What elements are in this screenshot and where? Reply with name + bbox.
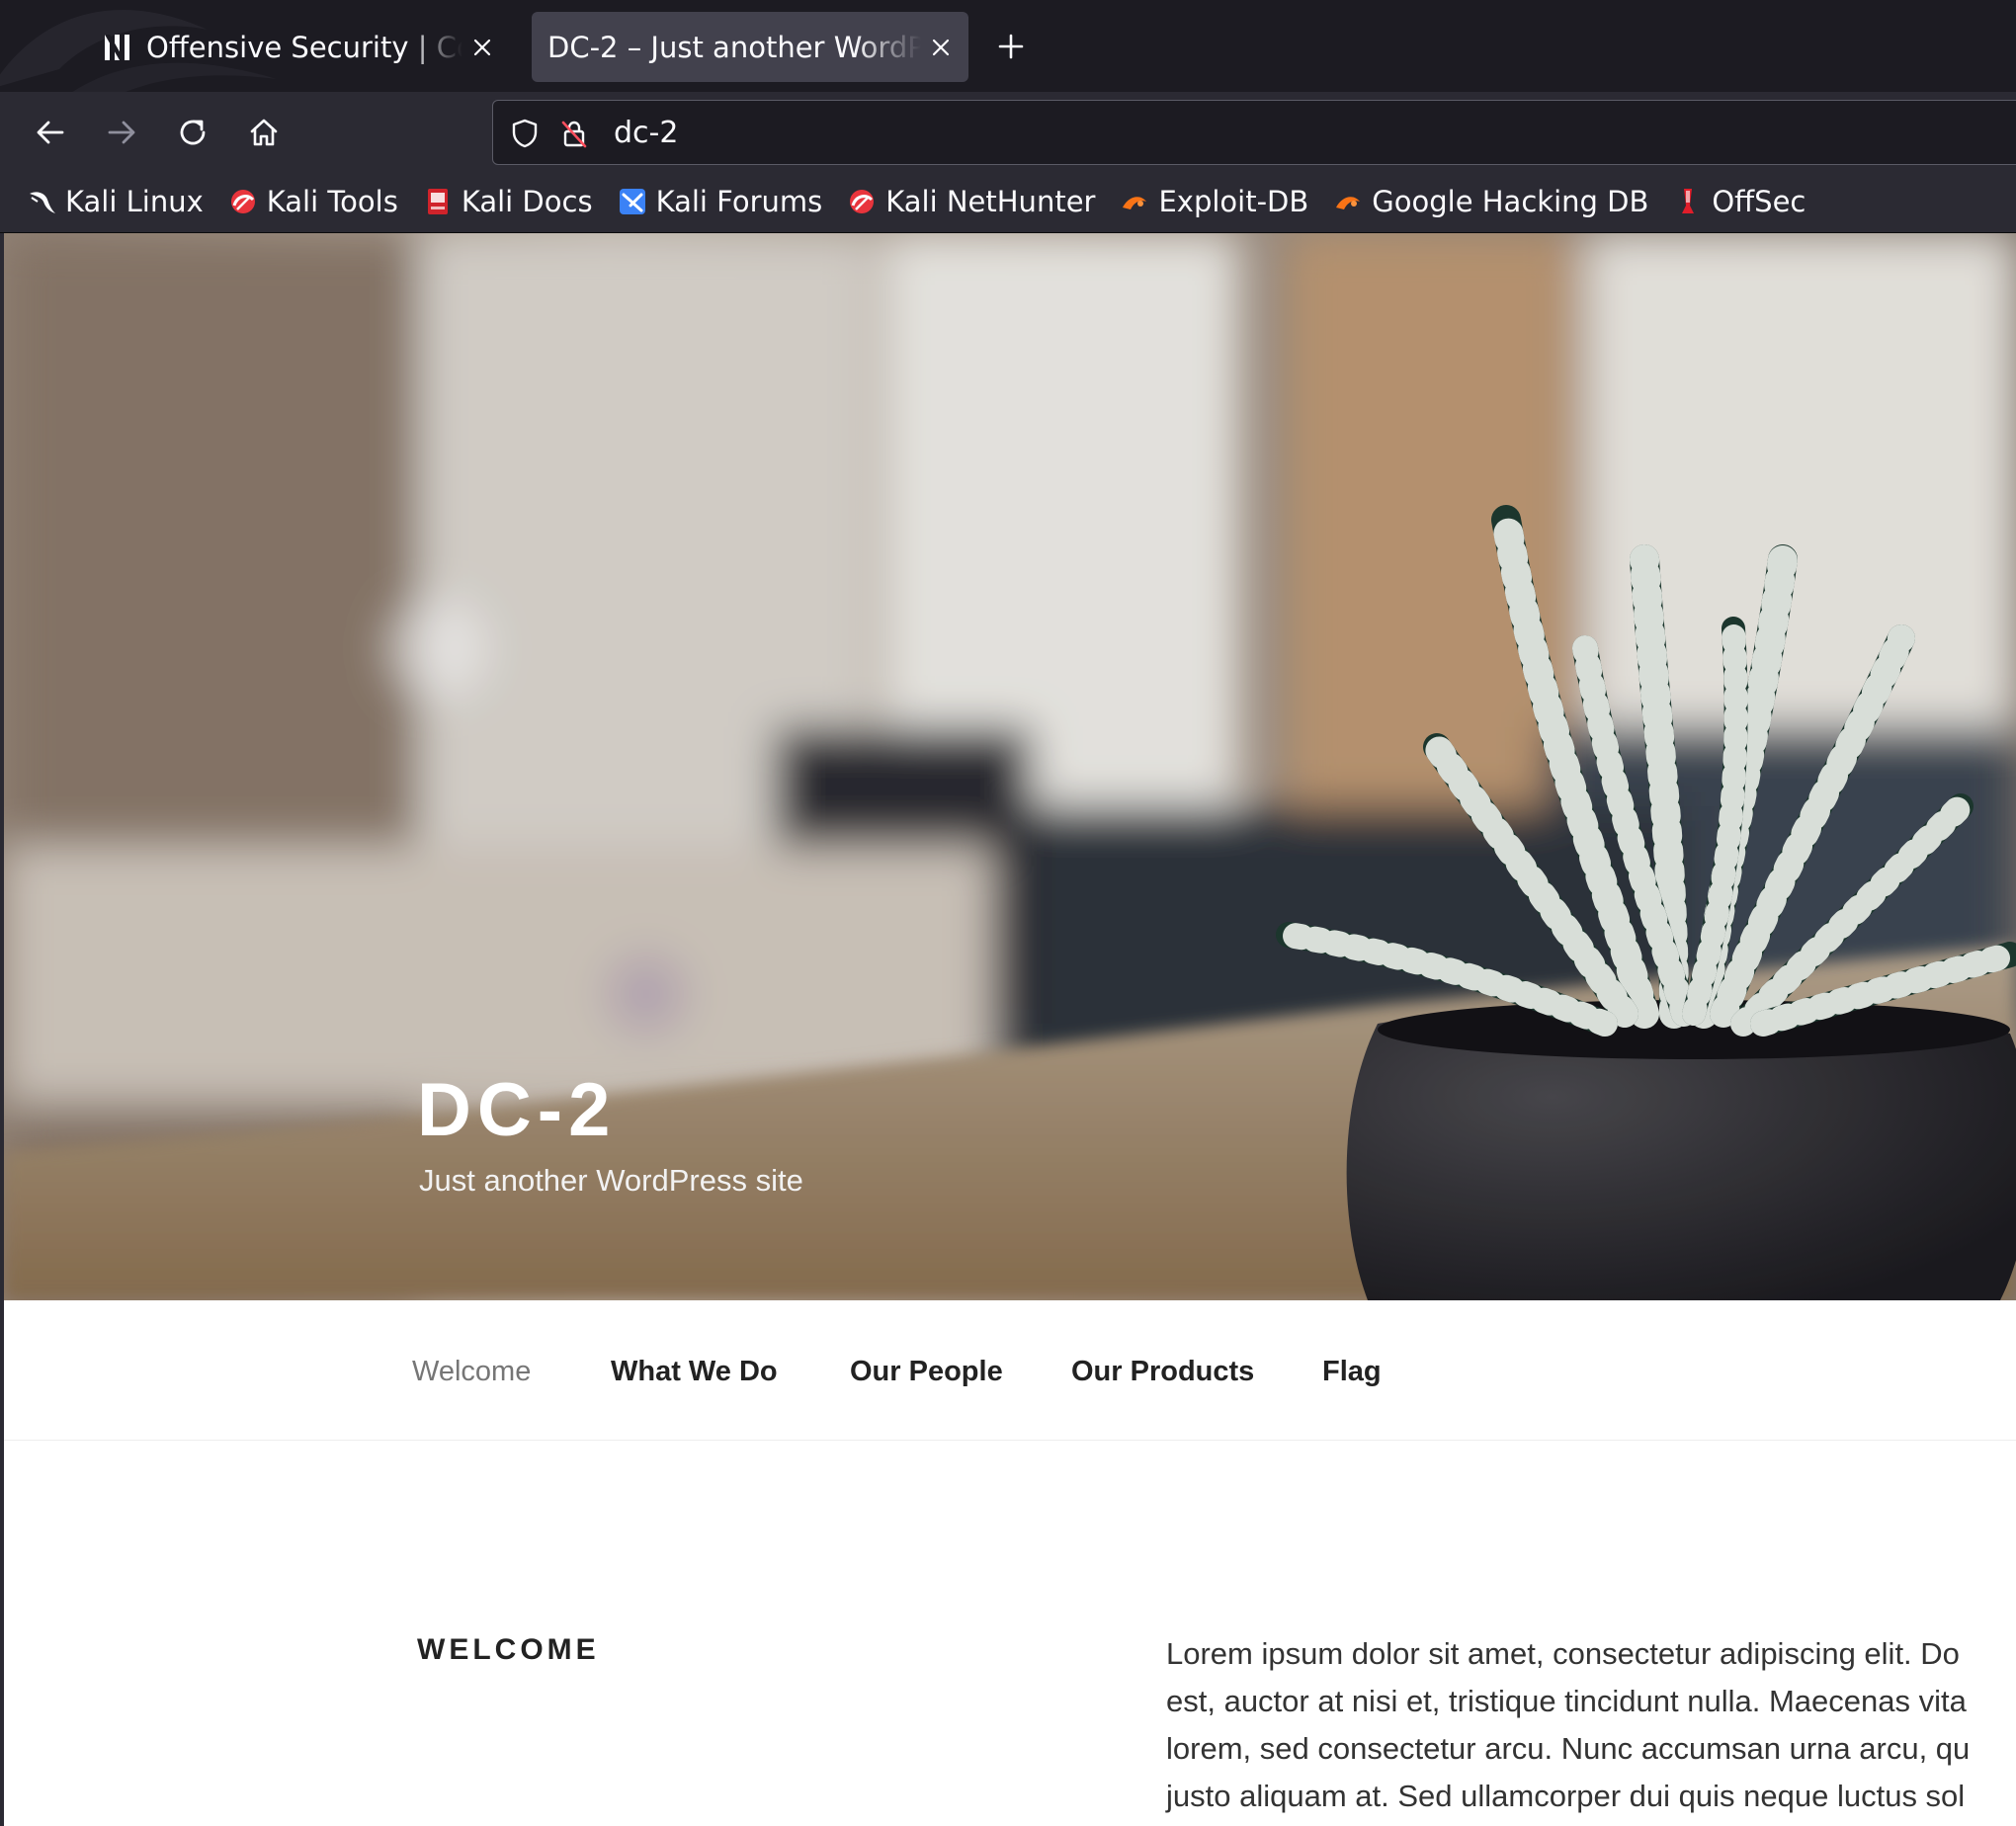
bookmark-label: Kali Linux <box>65 185 204 218</box>
menu-item-what-we-do[interactable]: What We Do <box>611 1355 778 1389</box>
bookmark-offsec[interactable]: OffSec <box>1672 185 1806 218</box>
kali-dragon-icon <box>30 192 55 213</box>
reload-icon <box>180 120 206 145</box>
forward-arrow-icon <box>108 121 135 144</box>
browser-window: Offensive Security | Contr DC-2 – Just a… <box>0 0 2016 1826</box>
exploit-db-icon <box>1123 197 1147 209</box>
tab-title: Offensive Security | Contr <box>146 30 462 64</box>
paragraph-line: lorem, sed consectetur arcu. Nunc accums… <box>1166 1731 1971 1766</box>
bookmark-label: Google Hacking DB <box>1372 185 1649 218</box>
connection-info-button[interactable] <box>556 116 592 151</box>
site-description: Just another WordPress site <box>419 1163 803 1198</box>
plus-icon <box>998 34 1024 59</box>
close-tab-button[interactable] <box>921 28 961 67</box>
kali-docs-icon <box>427 189 448 214</box>
paragraph-line: Lorem ipsum dolor sit amet, consectetur … <box>1166 1636 1960 1671</box>
bookmark-label: Kali NetHunter <box>885 185 1096 218</box>
bookmark-kali-tools[interactable]: Kali Tools <box>227 185 398 218</box>
bookmark-exploit-db[interactable]: Exploit-DB <box>1119 185 1308 218</box>
insecure-lock-icon <box>561 121 587 148</box>
tab-title: DC-2 – Just another WordPre <box>547 30 921 64</box>
close-tab-button[interactable] <box>462 28 502 67</box>
navigation-toolbar <box>0 92 2016 171</box>
site-header-image: DC-2 Just another WordPress site <box>4 233 2016 1300</box>
site-navigation: Welcome What We Do Our People Our Produc… <box>4 1300 2016 1441</box>
menu-item-flag[interactable]: Flag <box>1322 1355 1382 1389</box>
shield-icon <box>512 119 538 148</box>
home-button[interactable] <box>243 112 285 153</box>
bookmark-label: Exploit-DB <box>1158 185 1309 218</box>
forward-button[interactable] <box>101 112 142 153</box>
reload-button[interactable] <box>172 112 213 153</box>
page-title: WELCOME <box>417 1633 600 1666</box>
url-input[interactable] <box>614 109 1800 156</box>
bookmark-label: Kali Docs <box>461 185 593 218</box>
paragraph-line: est, auctor at nisi et, tristique tincid… <box>1166 1684 1967 1718</box>
kali-tools-icon <box>230 190 255 213</box>
offsec-icon <box>105 34 129 60</box>
tracking-protection-button[interactable] <box>507 116 543 151</box>
succulent-plant-header-image <box>4 233 2016 1300</box>
close-icon <box>932 39 950 55</box>
bookmark-google-hacking-db[interactable]: Google Hacking DB <box>1332 185 1648 218</box>
bookmark-kali-forums[interactable]: Kali Forums <box>617 185 823 218</box>
address-bar[interactable] <box>492 100 2016 165</box>
back-button[interactable] <box>30 112 71 153</box>
menu-item-our-people[interactable]: Our People <box>850 1355 1003 1389</box>
bookmark-kali-nethunter[interactable]: Kali NetHunter <box>846 185 1095 218</box>
google-hacking-db-icon <box>1336 197 1361 209</box>
menu-item-our-products[interactable]: Our Products <box>1071 1355 1254 1389</box>
bookmarks-toolbar: Kali Linux Kali Tools Kali Docs Kali For… <box>0 171 2016 233</box>
tab-dc-2[interactable]: DC-2 – Just another WordPre <box>532 12 968 82</box>
page-content: WELCOME Lorem ipsum dolor sit amet, cons… <box>4 1441 2016 1826</box>
menu-item-welcome[interactable]: Welcome <box>412 1355 531 1389</box>
paragraph-line: justo aliquam at. Sed ullamcorper dui qu… <box>1166 1779 1966 1813</box>
site-title[interactable]: DC-2 <box>417 1073 616 1148</box>
offsec-icon <box>1682 189 1695 213</box>
kali-nethunter-icon <box>850 190 875 213</box>
tab-strip: Offensive Security | Contr DC-2 – Just a… <box>0 0 2016 92</box>
close-icon <box>473 39 491 55</box>
bookmark-label: OffSec <box>1712 185 1806 218</box>
home-icon <box>250 119 278 146</box>
new-tab-button[interactable] <box>990 26 1032 67</box>
bookmark-kali-docs[interactable]: Kali Docs <box>422 185 593 218</box>
kali-forums-icon <box>619 189 645 214</box>
tab-offensive-security[interactable]: Offensive Security | Contr <box>91 12 510 82</box>
bookmark-label: Kali Forums <box>655 185 823 218</box>
bookmark-kali-linux[interactable]: Kali Linux <box>26 185 204 218</box>
bookmark-label: Kali Tools <box>266 185 398 218</box>
back-arrow-icon <box>37 121 64 144</box>
entry-content: Lorem ipsum dolor sit amet, consectetur … <box>1166 1630 2016 1820</box>
